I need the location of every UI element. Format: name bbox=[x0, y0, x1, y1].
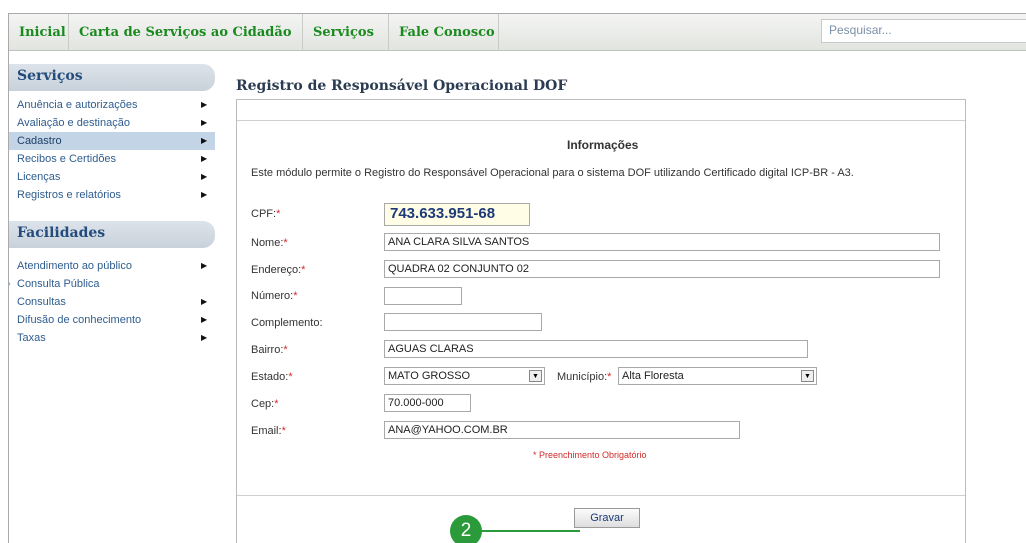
municipio-selected-value: Alta Floresta bbox=[622, 370, 684, 382]
numero-field[interactable] bbox=[384, 287, 462, 305]
cpf-label: CPF:* bbox=[251, 208, 280, 220]
nav-inicial[interactable]: Inicial bbox=[9, 14, 69, 51]
arrow-right-icon: ▶ bbox=[201, 315, 208, 324]
sidebar-item-label: Taxas bbox=[17, 332, 46, 344]
email-label: Email:* bbox=[251, 425, 286, 437]
label-text: Bairro: bbox=[251, 344, 284, 356]
page: Inicial Carta de Serviços ao Cidadão Ser… bbox=[8, 13, 1026, 543]
cep-label: Cep:* bbox=[251, 398, 279, 410]
search-input[interactable]: Pesquisar... bbox=[821, 19, 1026, 43]
sidebar-item-consulta-publica[interactable]: › Consulta Pública bbox=[8, 275, 215, 293]
numero-label: Número:* bbox=[251, 290, 297, 302]
sidebar-item-difusao[interactable]: Difusão de conhecimento ▶ bbox=[9, 311, 215, 329]
municipio-select[interactable]: Alta Floresta ▼ bbox=[618, 367, 817, 385]
sidebar-item-taxas[interactable]: Taxas ▶ bbox=[9, 329, 215, 347]
page-title: Registro de Responsável Operacional DOF bbox=[236, 78, 568, 94]
required-mark: * bbox=[293, 290, 298, 302]
arrow-right-icon: ▶ bbox=[201, 297, 208, 306]
arrow-right-icon: ▶ bbox=[201, 118, 208, 127]
arrow-right-icon: ▶ bbox=[201, 333, 208, 342]
arrow-right-icon: ▶ bbox=[201, 100, 208, 109]
sidebar-item-label: Difusão de conhecimento bbox=[17, 314, 142, 326]
required-note: * Preenchimento Obrigatório bbox=[533, 450, 647, 460]
save-button[interactable]: Gravar bbox=[574, 508, 640, 528]
label-text: CPF: bbox=[251, 208, 277, 220]
facilities-menu: Atendimento ao público ▶ › Consulta Públic… bbox=[8, 248, 215, 351]
label-text: Email: bbox=[251, 425, 282, 437]
sidebar-item-licencas[interactable]: Licenças ▶ bbox=[9, 168, 215, 186]
required-mark: * bbox=[301, 264, 306, 276]
sidebar-heading-facilidades: Facilidades bbox=[9, 221, 215, 248]
sidebar-item-atendimento[interactable]: Atendimento ao público ▶ bbox=[9, 257, 215, 275]
email-field[interactable]: ANA@YAHOO.COM.BR bbox=[384, 421, 740, 439]
sidebar-item-label: Cadastro bbox=[17, 135, 62, 147]
services-menu: Anuência e autorizações ▶ Avaliação e des… bbox=[9, 91, 215, 208]
nav-fale-conosco[interactable]: Fale Conosco bbox=[389, 14, 499, 51]
complemento-field[interactable] bbox=[384, 313, 542, 331]
form-panel: Informações Este módulo permite o Regist… bbox=[236, 99, 966, 543]
sidebar-item-label: Anuência e autorizações bbox=[17, 99, 138, 111]
info-text: Este módulo permite o Registro do Respon… bbox=[251, 167, 854, 179]
divider bbox=[237, 495, 965, 496]
sidebar-item-label: Consultas bbox=[17, 296, 66, 308]
step-callout-badge: 2 bbox=[450, 515, 482, 543]
sidebar-item-label: Recibos e Certidões bbox=[17, 153, 117, 165]
arrow-right-icon: ▶ bbox=[201, 261, 208, 270]
cpf-field[interactable]: 743.633.951-68 bbox=[384, 203, 530, 226]
sidebar-item-label: Consulta Pública bbox=[17, 278, 100, 290]
label-text: Cep: bbox=[251, 398, 275, 410]
complemento-label: Complemento: bbox=[251, 317, 323, 329]
top-nav: Inicial Carta de Serviços ao Cidadão Ser… bbox=[9, 14, 1026, 51]
arrow-right-icon: ▶ bbox=[201, 190, 208, 199]
sidebar-item-label: Licenças bbox=[17, 171, 61, 183]
required-mark: * bbox=[288, 371, 293, 383]
nav-carta-servicos[interactable]: Carta de Serviços ao Cidadão bbox=[69, 14, 303, 51]
sidebar-item-anuencia[interactable]: Anuência e autorizações ▶ bbox=[9, 96, 215, 114]
required-mark: * bbox=[283, 344, 288, 356]
section-title: Informações bbox=[567, 138, 639, 152]
sidebar-item-label: Avaliação e destinação bbox=[17, 117, 130, 129]
sidebar-item-cadastro[interactable]: Cadastro ▶ bbox=[9, 132, 215, 150]
dropdown-arrow-icon[interactable]: ▼ bbox=[801, 370, 814, 382]
nome-field[interactable]: ANA CLARA SILVA SANTOS bbox=[384, 233, 940, 251]
sidebar: Serviços Anuência e autorizações ▶ Avalia… bbox=[8, 64, 215, 351]
municipio-label: Município:* bbox=[557, 371, 611, 383]
cep-field[interactable]: 70.000-000 bbox=[384, 394, 471, 412]
bairro-field[interactable]: AGUAS CLARAS bbox=[384, 340, 808, 358]
estado-label: Estado:* bbox=[251, 371, 293, 383]
label-text: Município: bbox=[557, 371, 608, 383]
label-text: Número: bbox=[251, 290, 294, 302]
callout-connector bbox=[476, 530, 580, 532]
bullet-icon: › bbox=[8, 279, 11, 288]
required-mark: * bbox=[283, 237, 288, 249]
required-mark: * bbox=[276, 208, 281, 220]
label-text: Estado: bbox=[251, 371, 289, 383]
sidebar-item-avaliacao[interactable]: Avaliação e destinação ▶ bbox=[9, 114, 215, 132]
required-mark: * bbox=[607, 371, 612, 383]
sidebar-item-label: Atendimento ao público bbox=[17, 260, 132, 272]
required-mark: * bbox=[281, 425, 286, 437]
arrow-right-icon: ▶ bbox=[201, 136, 208, 145]
sidebar-heading-servicos: Serviços bbox=[9, 64, 215, 91]
dropdown-arrow-icon[interactable]: ▼ bbox=[529, 370, 542, 382]
label-text: Complemento: bbox=[251, 317, 323, 329]
estado-selected-value: MATO GROSSO bbox=[388, 370, 471, 382]
divider bbox=[237, 120, 965, 121]
nome-label: Nome:* bbox=[251, 237, 288, 249]
sidebar-item-registros[interactable]: Registros e relatórios ▶ bbox=[9, 186, 215, 204]
bairro-label: Bairro:* bbox=[251, 344, 288, 356]
label-text: Endereço: bbox=[251, 264, 302, 276]
nav-servicos[interactable]: Serviços bbox=[303, 14, 389, 51]
label-text: Nome: bbox=[251, 237, 284, 249]
required-mark: * bbox=[274, 398, 279, 410]
endereco-field[interactable]: QUADRA 02 CONJUNTO 02 bbox=[384, 260, 940, 278]
endereco-label: Endereço:* bbox=[251, 264, 305, 276]
arrow-right-icon: ▶ bbox=[201, 154, 208, 163]
arrow-right-icon: ▶ bbox=[201, 172, 208, 181]
sidebar-item-recibos[interactable]: Recibos e Certidões ▶ bbox=[9, 150, 215, 168]
sidebar-item-consultas[interactable]: Consultas ▶ bbox=[9, 293, 215, 311]
sidebar-item-label: Registros e relatórios bbox=[17, 189, 121, 201]
estado-select[interactable]: MATO GROSSO ▼ bbox=[384, 367, 545, 385]
